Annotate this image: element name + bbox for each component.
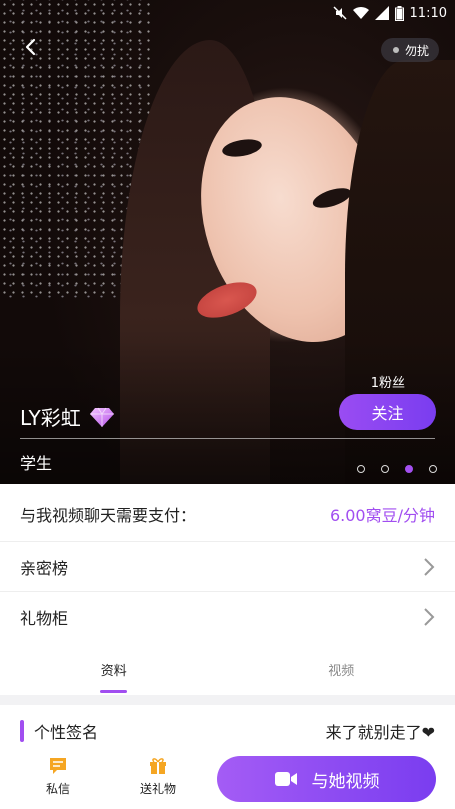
tab-profile-info[interactable]: 资料 — [0, 645, 228, 693]
carousel-dot[interactable] — [381, 465, 389, 473]
carousel-dot-active[interactable] — [405, 465, 413, 473]
section-gap — [0, 695, 455, 705]
section-accent-bar — [20, 720, 24, 742]
gift-cabinet-row[interactable]: 礼物柜 — [0, 591, 455, 641]
carousel-indicator — [357, 465, 437, 473]
carousel-dot[interactable] — [357, 465, 365, 473]
video-price-value: 6.00窝豆/分钟 — [329, 506, 435, 525]
profile-name: LY彩虹 — [20, 406, 81, 430]
diamond-badge-icon — [89, 407, 114, 427]
profile-occupation: 学生 — [20, 454, 53, 473]
name-row: LY彩虹 — [20, 402, 115, 431]
signal-icon — [374, 6, 389, 20]
signature-text: 来了就别走了❤ — [325, 723, 435, 742]
fans-count: 1粉丝 — [370, 376, 405, 391]
intimacy-ranking-label: 亲密榜 — [20, 558, 69, 578]
gift-icon — [150, 758, 166, 774]
send-gift-button[interactable]: 送礼物 — [123, 756, 193, 797]
video-call-button[interactable]: 与她视频 — [217, 756, 436, 802]
back-arrow-icon[interactable] — [20, 36, 42, 58]
signature-title: 个性签名 — [34, 723, 99, 742]
signature-row: 个性签名 来了就别走了❤ — [0, 712, 455, 750]
battery-icon — [394, 5, 404, 21]
tab-videos[interactable]: 视频 — [228, 645, 455, 693]
dnd-status-dot — [392, 47, 399, 53]
message-label: 私信 — [45, 782, 70, 796]
name-divider — [20, 438, 435, 439]
status-time: 11:10 — [409, 5, 447, 21]
wifi-icon — [352, 6, 369, 20]
dnd-toggle[interactable]: 勿扰 — [380, 38, 439, 62]
send-gift-label: 送礼物 — [139, 782, 176, 796]
carousel-dot[interactable] — [429, 465, 437, 473]
dnd-label: 勿扰 — [404, 43, 429, 58]
video-call-label: 与她视频 — [311, 771, 380, 792]
video-price-label: 与我视频聊天需要支付： — [20, 506, 197, 525]
video-price-row: 与我视频聊天需要支付： 6.00窝豆/分钟 — [0, 489, 455, 539]
chevron-right-icon — [424, 557, 435, 576]
chat-bubble-icon — [50, 758, 66, 774]
status-bar: 11:10 — [333, 0, 455, 26]
gift-cabinet-label: 礼物柜 — [20, 608, 69, 628]
mute-icon — [333, 6, 347, 20]
chevron-right-icon — [424, 607, 435, 626]
message-button[interactable]: 私信 — [23, 756, 93, 797]
follow-button[interactable]: 关注 — [339, 394, 436, 430]
intimacy-ranking-row[interactable]: 亲密榜 — [0, 541, 455, 591]
bottom-action-bar: 私信 送礼物 与她视频 — [0, 752, 455, 809]
video-camera-icon — [274, 772, 297, 786]
profile-tabs: 资料 视频 — [0, 645, 455, 693]
